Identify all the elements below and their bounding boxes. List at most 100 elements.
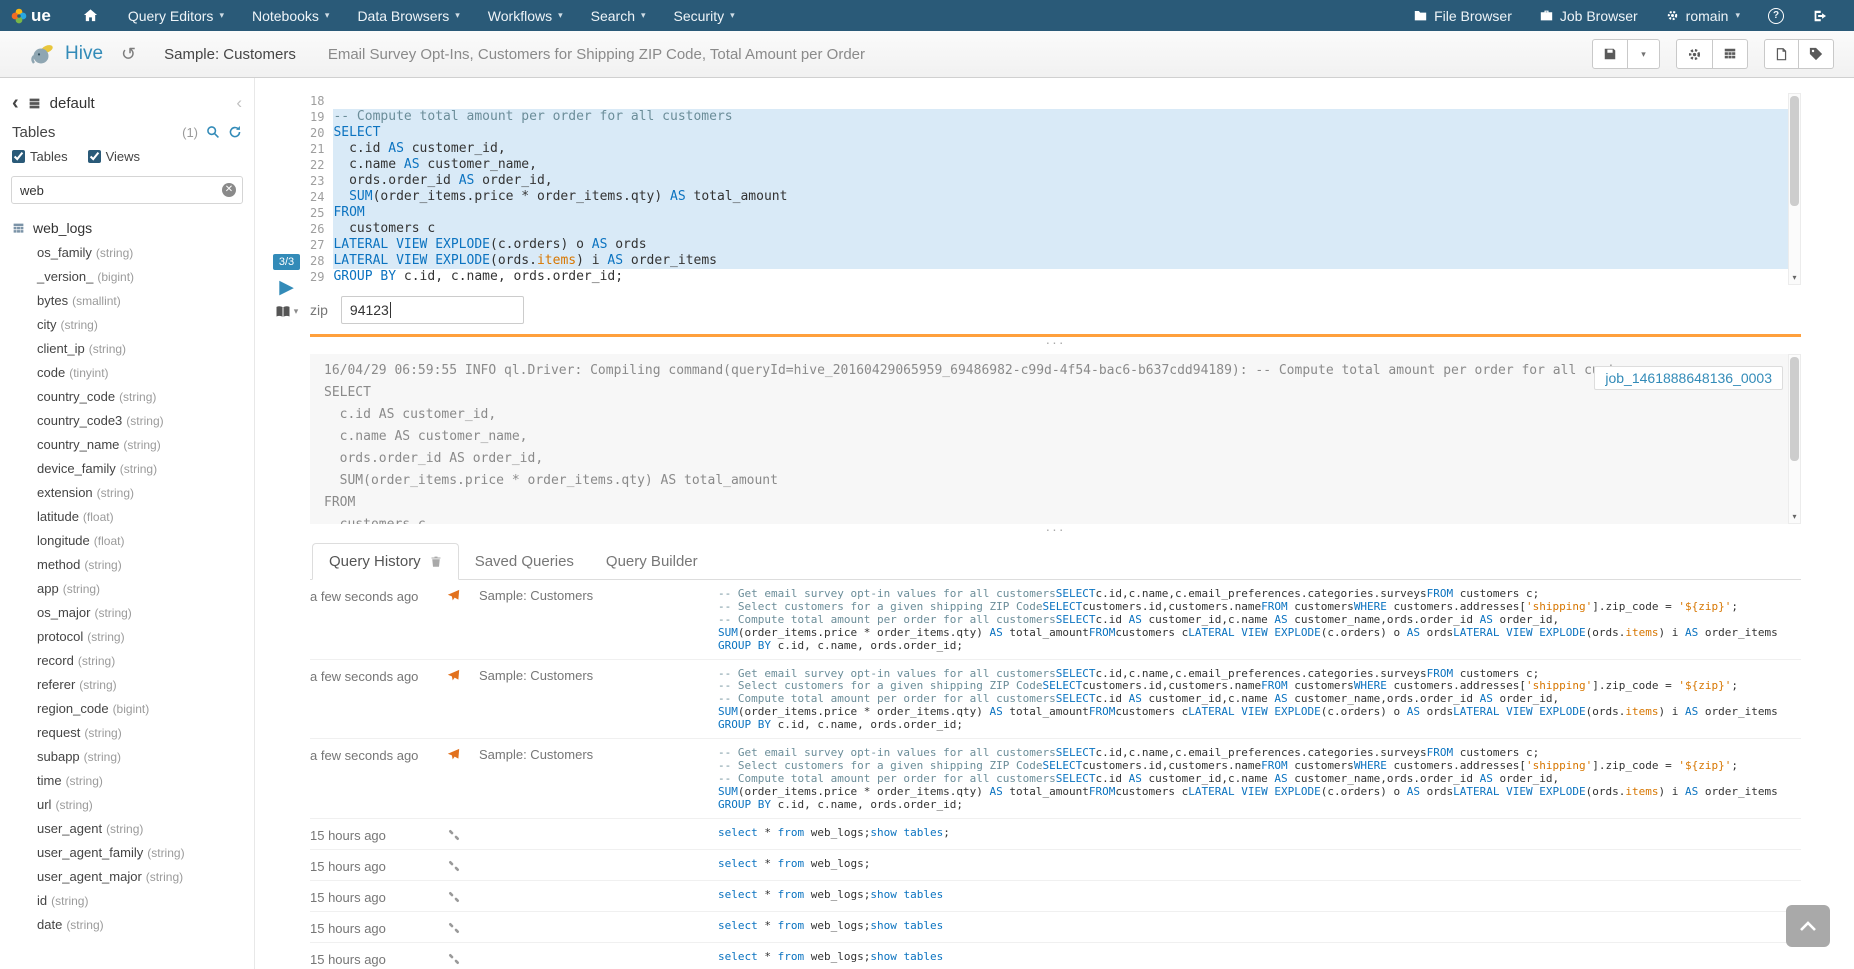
- column-item[interactable]: method(string): [0, 553, 254, 577]
- job-browser-link[interactable]: Job Browser: [1526, 0, 1652, 31]
- column-item[interactable]: country_code3(string): [0, 409, 254, 433]
- execute-button[interactable]: ▶: [279, 278, 294, 297]
- column-item[interactable]: country_code(string): [0, 385, 254, 409]
- search-icon[interactable]: [206, 125, 220, 139]
- column-item[interactable]: os_major(string): [0, 601, 254, 625]
- resize-handle[interactable]: ···: [310, 337, 1801, 350]
- editor-code-line[interactable]: SELECT: [333, 125, 1801, 141]
- tab-query-builder[interactable]: Query Builder: [590, 543, 714, 579]
- column-item[interactable]: latitude(float): [0, 505, 254, 529]
- query-history-icon[interactable]: ↺: [121, 44, 136, 65]
- editor-code-line[interactable]: GROUP BY c.id, c.name, ords.order_id;: [333, 269, 1801, 285]
- column-item[interactable]: device_family(string): [0, 457, 254, 481]
- clear-search-icon[interactable]: ✕: [222, 183, 236, 197]
- app-name[interactable]: Hive: [65, 43, 103, 65]
- save-dropdown-button[interactable]: ▾: [1628, 39, 1660, 69]
- presentation-menu-button[interactable]: ▾: [275, 305, 299, 318]
- editor-code-line[interactable]: SUM(order_items.price * order_items.qty)…: [333, 189, 1801, 205]
- tab-query-history[interactable]: Query History: [312, 543, 459, 580]
- column-item[interactable]: protocol(string): [0, 625, 254, 649]
- tab-saved-queries[interactable]: Saved Queries: [459, 543, 590, 579]
- scroll-to-top-button[interactable]: [1786, 905, 1830, 947]
- trash-icon[interactable]: [430, 555, 442, 568]
- column-item[interactable]: app(string): [0, 577, 254, 601]
- home-button[interactable]: [67, 8, 114, 23]
- column-item[interactable]: date(string): [0, 913, 254, 937]
- nav-menu-data-browsers[interactable]: Data Browsers▾: [343, 0, 473, 31]
- column-item[interactable]: os_family(string): [0, 241, 254, 265]
- save-button[interactable]: [1592, 39, 1628, 69]
- nav-menu-workflows[interactable]: Workflows▾: [474, 0, 577, 31]
- column-item[interactable]: time(string): [0, 769, 254, 793]
- column-item[interactable]: user_agent(string): [0, 817, 254, 841]
- filter-tables-checkbox[interactable]: Tables: [12, 149, 68, 164]
- filter-views-checkbox[interactable]: Views: [88, 149, 140, 164]
- resize-handle[interactable]: ···: [310, 524, 1801, 537]
- database-name[interactable]: default: [50, 95, 95, 112]
- history-timestamp: 15 hours ago: [310, 827, 447, 843]
- column-item[interactable]: request(string): [0, 721, 254, 745]
- editor-code-line[interactable]: -- Compute total amount per order for al…: [333, 109, 1801, 125]
- history-row[interactable]: 15 hours agoselect * from web_logs;show …: [310, 819, 1801, 850]
- editor-code-line[interactable]: customers c: [333, 221, 1801, 237]
- table-format-button[interactable]: [1713, 39, 1748, 69]
- column-item[interactable]: user_agent_family(string): [0, 841, 254, 865]
- column-item[interactable]: subapp(string): [0, 745, 254, 769]
- column-item[interactable]: region_code(bigint): [0, 697, 254, 721]
- scroll-down-arrow-icon[interactable]: ▾: [1789, 272, 1800, 284]
- back-arrow-icon[interactable]: ‹: [12, 93, 19, 113]
- editor-code-line[interactable]: FROM: [333, 205, 1801, 221]
- history-row[interactable]: 15 hours agoselect * from web_logs;show …: [310, 943, 1801, 969]
- column-item[interactable]: code(tinyint): [0, 361, 254, 385]
- editor-scrollbar[interactable]: ▾: [1788, 93, 1801, 285]
- user-menu[interactable]: romain ▾: [1652, 0, 1754, 31]
- table-item-web-logs[interactable]: web_logs: [0, 212, 254, 241]
- history-row[interactable]: a few seconds agoSample: Customers-- Get…: [310, 580, 1801, 660]
- history-row[interactable]: a few seconds agoSample: Customers-- Get…: [310, 660, 1801, 740]
- history-row[interactable]: 15 hours agoselect * from web_logs;: [310, 850, 1801, 881]
- help-button[interactable]: ?: [1754, 0, 1798, 31]
- editor-code-line[interactable]: [333, 93, 1801, 109]
- nav-menu-search[interactable]: Search▾: [577, 0, 660, 31]
- history-row[interactable]: a few seconds agoSample: Customers-- Get…: [310, 739, 1801, 819]
- column-item[interactable]: user_agent_major(string): [0, 865, 254, 889]
- scroll-down-arrow-icon[interactable]: ▾: [1789, 511, 1800, 523]
- column-item[interactable]: city(string): [0, 313, 254, 337]
- refresh-icon[interactable]: [228, 125, 242, 139]
- column-item[interactable]: bytes(smallint): [0, 289, 254, 313]
- editor-code-line[interactable]: c.id AS customer_id,: [333, 141, 1801, 157]
- log-scrollbar[interactable]: ▾: [1788, 354, 1801, 524]
- hue-logo[interactable]: ue: [10, 6, 51, 26]
- column-item[interactable]: client_ip(string): [0, 337, 254, 361]
- table-search-input[interactable]: [11, 176, 243, 204]
- history-row[interactable]: 15 hours agoselect * from web_logs;show …: [310, 881, 1801, 912]
- column-item[interactable]: referer(string): [0, 673, 254, 697]
- editor-code-line[interactable]: LATERAL VIEW EXPLODE(ords.items) i AS or…: [333, 253, 1801, 269]
- editor-code-line[interactable]: LATERAL VIEW EXPLODE(c.orders) o AS ords: [333, 237, 1801, 253]
- editor-code-line[interactable]: c.name AS customer_name,: [333, 157, 1801, 173]
- new-query-button[interactable]: [1764, 39, 1799, 69]
- column-item[interactable]: url(string): [0, 793, 254, 817]
- job-link[interactable]: job_1461888648136_0003: [1594, 366, 1783, 390]
- column-item[interactable]: _version_(bigint): [0, 265, 254, 289]
- tags-button[interactable]: [1799, 39, 1834, 69]
- nav-menu-query-editors[interactable]: Query Editors▾: [114, 0, 238, 31]
- column-item[interactable]: country_name(string): [0, 433, 254, 457]
- column-item[interactable]: id(string): [0, 889, 254, 913]
- code-editor[interactable]: 1819-- Compute total amount per order fo…: [310, 93, 1801, 285]
- nav-menu-security[interactable]: Security▾: [660, 0, 749, 31]
- column-item[interactable]: longitude(float): [0, 529, 254, 553]
- settings-button[interactable]: [1676, 39, 1713, 69]
- collapse-sidebar-icon[interactable]: ‹: [236, 93, 242, 113]
- nav-menu-notebooks[interactable]: Notebooks▾: [238, 0, 343, 31]
- tables-checkbox[interactable]: [12, 150, 25, 163]
- editor-code-line[interactable]: ords.order_id AS order_id,: [333, 173, 1801, 189]
- variable-zip-input[interactable]: 94123: [341, 296, 524, 324]
- column-item[interactable]: extension(string): [0, 481, 254, 505]
- views-checkbox[interactable]: [88, 150, 101, 163]
- history-row[interactable]: 15 hours agoselect * from web_logs;show …: [310, 912, 1801, 943]
- file-browser-link[interactable]: File Browser: [1400, 0, 1526, 31]
- column-item[interactable]: record(string): [0, 649, 254, 673]
- logout-button[interactable]: [1798, 0, 1840, 31]
- history-sql: -- Get email survey opt-in values for al…: [718, 588, 1801, 653]
